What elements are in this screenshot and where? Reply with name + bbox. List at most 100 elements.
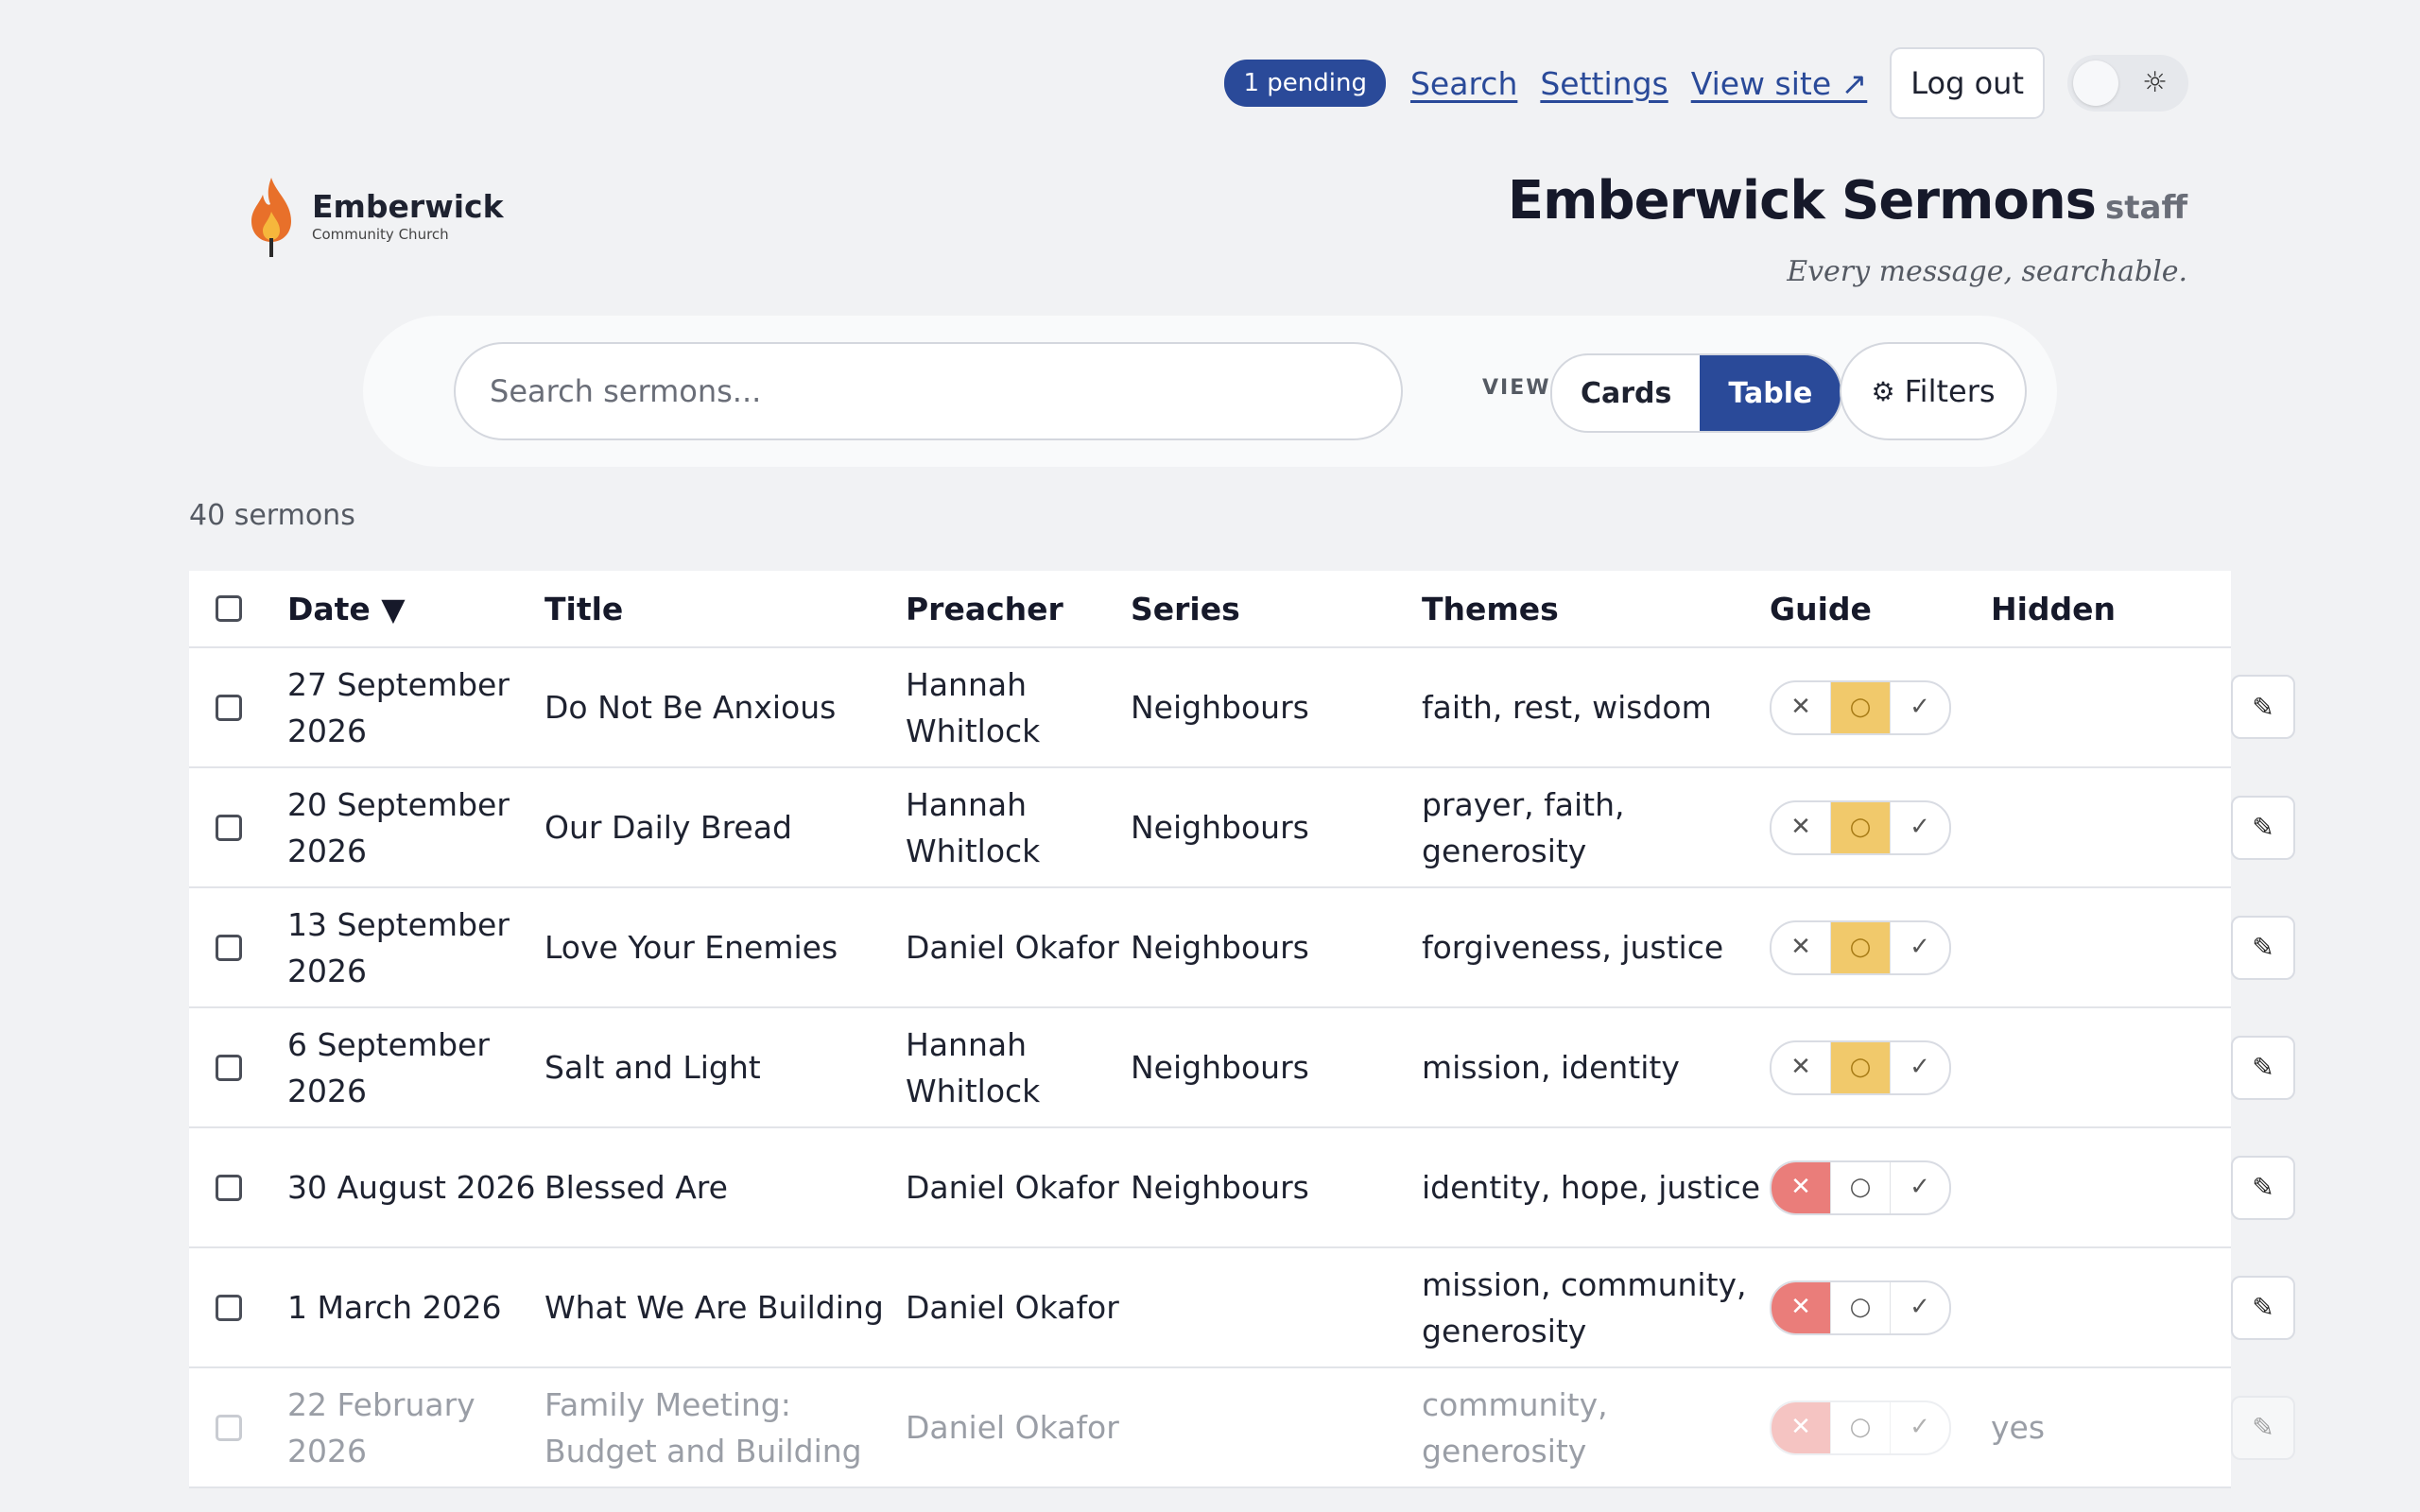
sermon-count: 40 sermons bbox=[189, 499, 355, 532]
select-all-checkbox[interactable] bbox=[216, 595, 242, 622]
nav-search-link[interactable]: Search bbox=[1410, 65, 1517, 102]
cell-series: Neighbours bbox=[1131, 1007, 1422, 1128]
cell-preacher: Daniel Okafor bbox=[906, 887, 1131, 1008]
header-hidden[interactable]: Hidden bbox=[1991, 571, 2231, 648]
search-input[interactable] bbox=[454, 342, 1403, 440]
table-row: 20 September 2026 Our Daily Bread Hannah W… bbox=[189, 767, 2295, 888]
cell-series bbox=[1131, 1367, 1422, 1488]
header-guide[interactable]: Guide bbox=[1770, 571, 1991, 648]
row-checkbox[interactable] bbox=[216, 1174, 242, 1201]
guide-approve-button[interactable]: ✓ bbox=[1891, 1162, 1949, 1213]
guide-reject-button[interactable]: ✕ bbox=[1772, 801, 1831, 853]
row-checkbox[interactable] bbox=[216, 1054, 242, 1081]
edit-button[interactable]: ✎ bbox=[2231, 1035, 2295, 1100]
cell-hidden bbox=[1991, 1007, 2231, 1128]
header-date[interactable]: Date ▼ bbox=[287, 571, 544, 648]
edit-button[interactable]: ✎ bbox=[2231, 675, 2295, 739]
cell-title[interactable]: Our Daily Bread bbox=[544, 767, 906, 888]
guide-approve-button[interactable]: ✓ bbox=[1891, 1402, 1949, 1453]
view-label: VIEW bbox=[1482, 376, 1551, 400]
guide-reject-button[interactable]: ✕ bbox=[1772, 1401, 1831, 1453]
guide-reject-button[interactable]: ✕ bbox=[1772, 681, 1831, 733]
cell-series: Neighbours bbox=[1131, 887, 1422, 1008]
cell-title[interactable]: What We Are Building bbox=[544, 1247, 906, 1368]
cell-series bbox=[1131, 1247, 1422, 1368]
cell-preacher: Hannah Whitlock bbox=[906, 767, 1131, 888]
filters-button[interactable]: ⚙ Filters bbox=[1840, 342, 2027, 440]
header-themes[interactable]: Themes bbox=[1422, 571, 1770, 648]
cell-hidden bbox=[1991, 647, 2231, 768]
guide-pending-button[interactable]: ○ bbox=[1831, 1161, 1891, 1213]
edit-button[interactable]: ✎ bbox=[2231, 1275, 2295, 1340]
cell-hidden bbox=[1991, 887, 2231, 1008]
sun-icon: ☼ bbox=[2142, 66, 2168, 99]
row-checkbox[interactable] bbox=[216, 934, 242, 961]
table-row: 1 March 2026 What We Are Building Daniel O… bbox=[189, 1247, 2295, 1368]
header-series[interactable]: Series bbox=[1131, 571, 1422, 648]
row-checkbox[interactable] bbox=[216, 694, 242, 721]
cell-series: Neighbours bbox=[1131, 767, 1422, 888]
guide-reject-button[interactable]: ✕ bbox=[1772, 1281, 1831, 1333]
guide-approve-button[interactable]: ✓ bbox=[1891, 922, 1949, 973]
edit-button[interactable]: ✎ bbox=[2231, 1395, 2295, 1460]
guide-pending-button[interactable]: ○ bbox=[1831, 1041, 1891, 1093]
guide-pending-button[interactable]: ○ bbox=[1831, 1281, 1891, 1333]
edit-button[interactable]: ✎ bbox=[2231, 915, 2295, 980]
cell-series: Neighbours bbox=[1131, 647, 1422, 768]
table-row: 30 August 2026 Blessed Are Daniel Okafor Ne… bbox=[189, 1127, 2295, 1248]
church-logo[interactable]: Emberwick Community Church bbox=[248, 176, 504, 257]
cell-series: Neighbours bbox=[1131, 1127, 1422, 1248]
cell-preacher: Daniel Okafor bbox=[906, 1247, 1131, 1368]
flame-icon bbox=[251, 178, 291, 257]
guide-pending-button[interactable]: ○ bbox=[1831, 681, 1891, 733]
guide-pending-button[interactable]: ○ bbox=[1831, 921, 1891, 973]
nav-view-site-link[interactable]: View site ↗ bbox=[1691, 65, 1868, 102]
pencil-icon: ✎ bbox=[2252, 812, 2274, 843]
filters-label: Filters bbox=[1904, 373, 1996, 409]
row-checkbox[interactable] bbox=[216, 1294, 242, 1321]
nav-settings-link[interactable]: Settings bbox=[1540, 65, 1668, 102]
guide-approve-button[interactable]: ✓ bbox=[1891, 1042, 1949, 1093]
cell-hidden: yes bbox=[1991, 1367, 2231, 1488]
view-cards-button[interactable]: Cards bbox=[1552, 355, 1700, 431]
toggle-knob bbox=[2073, 60, 2118, 106]
tagline: Every message, searchable. bbox=[1787, 255, 2187, 288]
pencil-icon: ✎ bbox=[2252, 1292, 2274, 1323]
cell-title[interactable]: Blessed Are bbox=[544, 1127, 906, 1248]
logout-button[interactable]: Log out bbox=[1890, 47, 2045, 119]
cell-title[interactable]: Love Your Enemies bbox=[544, 887, 906, 1008]
cell-preacher: Hannah Whitlock bbox=[906, 647, 1131, 768]
cell-themes: mission, community, generosity bbox=[1422, 1247, 1770, 1368]
guide-status-control: ✕ ○ ✓ bbox=[1770, 1400, 1951, 1455]
pending-badge[interactable]: 1 pending bbox=[1224, 60, 1386, 107]
view-table-button[interactable]: Table bbox=[1700, 355, 1841, 431]
cell-title[interactable]: Salt and Light bbox=[544, 1007, 906, 1128]
edit-button[interactable]: ✎ bbox=[2231, 1155, 2295, 1220]
pencil-icon: ✎ bbox=[2252, 1052, 2274, 1083]
cell-title[interactable]: Do Not Be Anxious bbox=[544, 647, 906, 768]
guide-pending-button[interactable]: ○ bbox=[1831, 801, 1891, 853]
cell-preacher: Hannah Whitlock bbox=[906, 1007, 1131, 1128]
edit-button[interactable]: ✎ bbox=[2231, 795, 2295, 860]
pencil-icon: ✎ bbox=[2252, 1412, 2274, 1443]
cell-title[interactable]: Family Meeting: Budget and Building bbox=[544, 1367, 906, 1488]
cell-date: 27 September 2026 bbox=[287, 647, 544, 768]
table-row: 13 September 2026 Love Your Enemies Daniel… bbox=[189, 887, 2295, 1008]
theme-toggle[interactable]: ☼ bbox=[2067, 55, 2188, 112]
row-checkbox[interactable] bbox=[216, 814, 242, 841]
guide-approve-button[interactable]: ✓ bbox=[1891, 1282, 1949, 1333]
header-title[interactable]: Title bbox=[544, 571, 906, 648]
guide-reject-button[interactable]: ✕ bbox=[1772, 1041, 1831, 1093]
guide-approve-button[interactable]: ✓ bbox=[1891, 682, 1949, 733]
pencil-icon: ✎ bbox=[2252, 1172, 2274, 1203]
cell-date: 1 March 2026 bbox=[287, 1247, 544, 1368]
view-toggle: Cards Table bbox=[1550, 353, 1843, 433]
guide-reject-button[interactable]: ✕ bbox=[1772, 921, 1831, 973]
guide-approve-button[interactable]: ✓ bbox=[1891, 802, 1949, 853]
sermons-table: Date ▼ Title Preacher Series Themes Guid… bbox=[189, 571, 2295, 1488]
cell-date: 20 September 2026 bbox=[287, 767, 544, 888]
row-checkbox[interactable] bbox=[216, 1414, 242, 1441]
guide-pending-button[interactable]: ○ bbox=[1831, 1401, 1891, 1453]
guide-reject-button[interactable]: ✕ bbox=[1772, 1161, 1831, 1213]
header-preacher[interactable]: Preacher bbox=[906, 571, 1131, 648]
